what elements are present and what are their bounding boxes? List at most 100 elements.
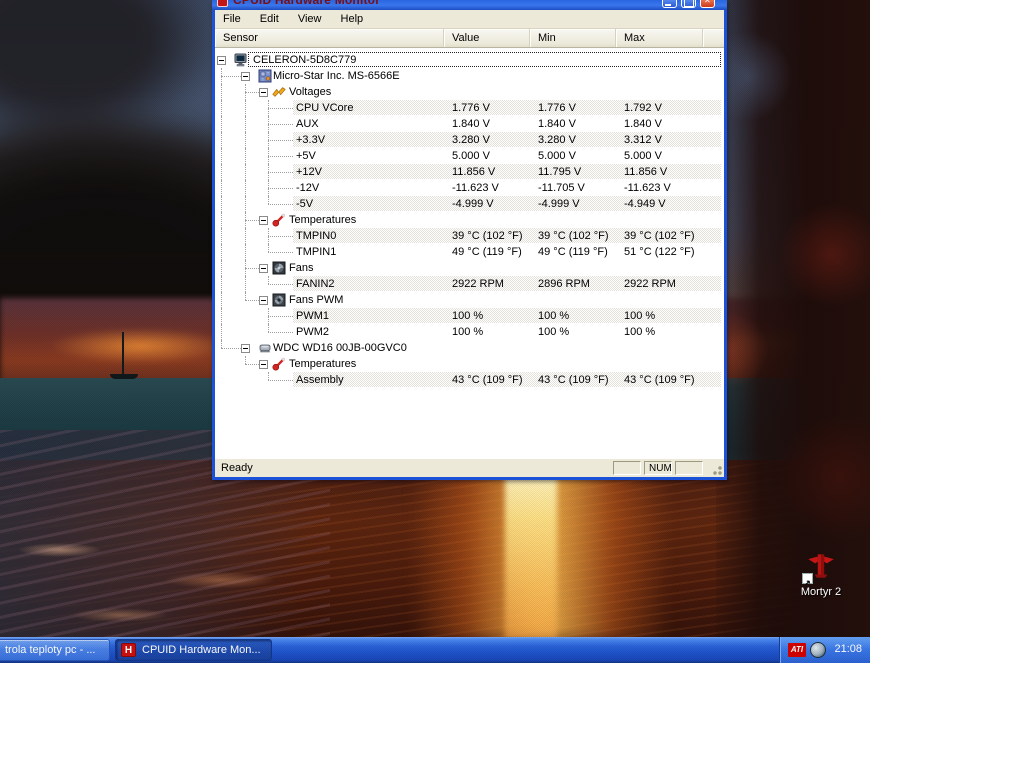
tree-row[interactable]: Micro-Star Inc. MS-6566E — [215, 68, 724, 84]
shortcut-label: Mortyr 2 — [788, 586, 854, 598]
tree-rail — [221, 212, 222, 228]
tree-row[interactable]: PWM1100 %100 %100 % — [215, 308, 724, 324]
min-cell: 43 °C (109 °F) — [538, 374, 609, 386]
tree-expander-minus[interactable] — [259, 88, 268, 97]
tree-connector — [245, 364, 259, 365]
fan-pwm-icon — [272, 293, 286, 307]
tree-row[interactable]: WDC WD16 00JB-00GVC0 — [215, 340, 724, 356]
status-bar: Ready NUM — [215, 458, 724, 477]
tree-expander-minus[interactable] — [259, 360, 268, 369]
tree-connector — [268, 124, 293, 125]
tree-row[interactable]: CPU VCore1.776 V1.776 V1.792 V — [215, 100, 724, 116]
harddisk-icon — [258, 341, 272, 355]
taskbar-button-teploty[interactable]: trola teploty pc - ... — [0, 639, 110, 661]
tree-row[interactable]: AUX1.840 V1.840 V1.840 V — [215, 116, 724, 132]
tree-row[interactable]: +3.3V3.280 V3.280 V3.312 V — [215, 132, 724, 148]
min-cell: 49 °C (119 °F) — [538, 246, 608, 258]
tree-rail — [245, 356, 246, 364]
max-cell: 39 °C (102 °F) — [624, 230, 695, 242]
sun-reflection-core — [505, 452, 557, 640]
clock[interactable]: 21:08 — [834, 643, 862, 655]
hwmonitor-window: CPUID Hardware Monitor File Edit View He… — [212, 0, 727, 480]
max-cell: 5.000 V — [624, 150, 662, 162]
tree-rail — [268, 228, 269, 236]
tree-row[interactable]: Temperatures — [215, 212, 724, 228]
value-cell: 39 °C (102 °F) — [452, 230, 523, 242]
thermometer-icon — [272, 357, 286, 371]
tree-label: -5V — [296, 198, 313, 210]
sailboat-silhouette — [110, 374, 138, 379]
tree-row[interactable]: +5V5.000 V5.000 V5.000 V — [215, 148, 724, 164]
screen: Mortyr 2 CPUID Hardware Monitor File Edi… — [0, 0, 1024, 768]
tree-row[interactable]: Assembly43 °C (109 °F)43 °C (109 °F)43 °… — [215, 372, 724, 388]
tree-rail — [268, 180, 269, 188]
taskbar-button-hwmonitor[interactable]: H CPUID Hardware Mon... — [115, 639, 272, 661]
menu-item-help[interactable]: Help — [333, 10, 372, 29]
min-cell: -4.999 V — [538, 198, 580, 210]
tree-rail — [221, 132, 222, 148]
tree-expander-minus[interactable] — [259, 216, 268, 225]
column-header-value[interactable]: Value — [444, 29, 530, 47]
column-header-sensor[interactable]: Sensor — [215, 29, 444, 47]
tree-rail — [221, 308, 222, 324]
menu-item-view[interactable]: View — [290, 10, 330, 29]
tree-rail — [268, 196, 269, 204]
tree-rail — [245, 148, 246, 164]
desktop-shortcut-mortyr2[interactable]: Mortyr 2 — [788, 549, 854, 607]
tree-connector — [268, 172, 293, 173]
tree-row[interactable]: TMPIN149 °C (119 °F)49 °C (119 °F)51 °C … — [215, 244, 724, 260]
max-cell: 43 °C (109 °F) — [624, 374, 695, 386]
tree-row[interactable]: TMPIN039 °C (102 °F)39 °C (102 °F)39 °C … — [215, 228, 724, 244]
tree-expander-minus[interactable] — [259, 264, 268, 273]
tree-expander-minus[interactable] — [241, 72, 250, 81]
value-cell: 3.280 V — [452, 134, 490, 146]
tree-rail — [221, 260, 222, 276]
tree-row[interactable]: -12V-11.623 V-11.705 V-11.623 V — [215, 180, 724, 196]
round-tray-icon[interactable] — [810, 642, 826, 658]
min-cell: 2896 RPM — [538, 278, 590, 290]
close-button[interactable] — [700, 0, 715, 8]
tree-row[interactable]: CELERON-5D8C779 — [215, 52, 724, 68]
tree-row[interactable]: -5V-4.999 V-4.999 V-4.949 V — [215, 196, 724, 212]
resize-grip[interactable] — [711, 464, 723, 476]
tree-rail — [268, 244, 269, 252]
tree-connector — [245, 92, 259, 93]
tree-expander-minus[interactable] — [217, 56, 226, 65]
ati-tray-icon[interactable]: ATI — [788, 643, 806, 657]
minimize-button[interactable] — [662, 0, 677, 8]
value-cell: 11.856 V — [452, 166, 495, 178]
tree-row[interactable]: FANIN22922 RPM2896 RPM2922 RPM — [215, 276, 724, 292]
tree-row[interactable]: Fans PWM — [215, 292, 724, 308]
tree-expander-minus[interactable] — [259, 296, 268, 305]
tree-rail — [268, 164, 269, 172]
tree-rail — [245, 164, 246, 180]
tree-row[interactable]: PWM2100 %100 %100 % — [215, 324, 724, 340]
value-cell: 1.776 V — [452, 102, 490, 114]
tree-row[interactable]: +12V11.856 V11.795 V11.856 V — [215, 164, 724, 180]
tree-row[interactable]: Temperatures — [215, 356, 724, 372]
tree-expander-minus[interactable] — [241, 344, 250, 353]
tree-row[interactable]: Fans — [215, 260, 724, 276]
tree-label: Assembly — [296, 374, 344, 386]
menu-item-file[interactable]: File — [215, 10, 249, 29]
window-titlebar[interactable]: CPUID Hardware Monitor — [212, 0, 727, 10]
palm-silhouettes — [716, 0, 870, 637]
tree-rail — [268, 148, 269, 156]
tree-connector — [221, 76, 241, 77]
mortyr2-icon — [804, 549, 838, 583]
maximize-button[interactable] — [681, 0, 696, 8]
tree-rail — [221, 340, 222, 348]
computer-icon — [234, 53, 248, 67]
tree-row[interactable]: Voltages — [215, 84, 724, 100]
tree-connector — [245, 268, 259, 269]
column-header-min[interactable]: Min — [530, 29, 616, 47]
column-header-max[interactable]: Max — [616, 29, 703, 47]
window-title: CPUID Hardware Monitor — [233, 0, 380, 7]
menu-item-edit[interactable]: Edit — [252, 10, 287, 29]
tree-connector — [268, 380, 293, 381]
tree-rail — [221, 276, 222, 292]
max-cell: -4.949 V — [624, 198, 666, 210]
voltage-icon — [272, 85, 286, 99]
tree-rail — [268, 276, 269, 284]
max-cell: 100 % — [624, 310, 655, 322]
